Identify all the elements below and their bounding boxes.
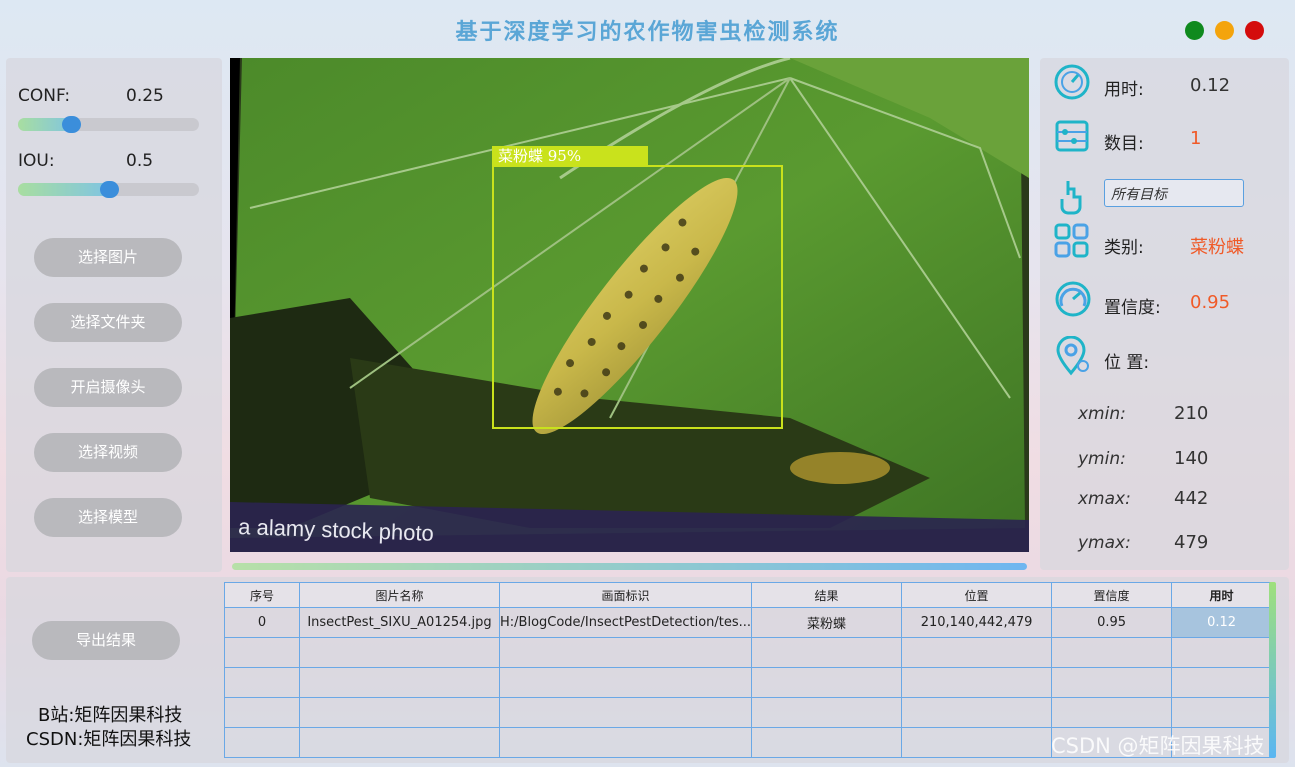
header-result[interactable]: 结果 — [751, 582, 903, 608]
iou-label: IOU: — [18, 151, 55, 171]
gauge-icon — [1054, 64, 1090, 100]
table-row[interactable]: 0 InsectPest_SIXU_A01254.jpg H:/BlogCode… — [224, 607, 1273, 638]
header-time[interactable]: 用时 — [1171, 582, 1273, 608]
ymin-label: ymin: — [1078, 449, 1126, 469]
table-row[interactable] — [224, 637, 1273, 668]
iou-slider-handle[interactable] — [100, 181, 119, 198]
app-title: 基于深度学习的农作物害虫检测系统 — [455, 19, 840, 45]
header-index[interactable]: 序号 — [224, 582, 300, 608]
export-button[interactable]: 导出结果 — [32, 621, 180, 660]
abacus-icon — [1055, 120, 1089, 152]
conf-label: CONF: — [18, 86, 71, 106]
table-row[interactable] — [224, 667, 1273, 698]
header-position[interactable]: 位置 — [901, 582, 1053, 608]
cell-time[interactable]: 0.12 — [1171, 607, 1273, 638]
cell-position[interactable]: 210,140,442,479 — [901, 607, 1053, 638]
csdn-watermark: CSDN @矩阵因果科技 — [1051, 734, 1265, 758]
header-confidence[interactable]: 置信度 — [1051, 582, 1173, 608]
category-icon — [1054, 223, 1089, 258]
xmax-value: 442 — [1174, 488, 1209, 509]
confidence-icon — [1055, 281, 1091, 317]
select-video-button[interactable]: 选择视频 — [34, 433, 182, 472]
minimize-button[interactable] — [1215, 21, 1234, 40]
time-label: 用时: — [1104, 80, 1144, 100]
table-scrollbar[interactable] — [1269, 582, 1276, 758]
header-source[interactable]: 画面标识 — [498, 582, 753, 608]
cell-source[interactable]: H:/BlogCode/InsectPestDetection/tes... — [498, 607, 753, 638]
ymax-label: ymax: — [1078, 533, 1131, 553]
csdn-credit: CSDN:矩阵因果科技 — [26, 729, 192, 750]
xmin-label: xmin: — [1078, 404, 1126, 424]
close-button[interactable] — [1245, 21, 1264, 40]
control-panel: CONF: 0.25 IOU: 0.5 选择图片 选择文件夹 开启摄像头 选择视… — [6, 58, 222, 572]
conf-slider-handle[interactable] — [62, 116, 81, 133]
detection-box-label: 菜粉蝶 95% — [498, 147, 581, 165]
ymin-value: 140 — [1174, 448, 1209, 469]
iou-value: 0.5 — [126, 151, 154, 171]
bilibili-credit: B站:矩阵因果科技 — [38, 705, 183, 726]
class-value: 菜粉蝶 — [1190, 237, 1244, 258]
select-folder-button[interactable]: 选择文件夹 — [34, 303, 182, 342]
detection-image-view: 菜粉蝶 95% a alamy stock photo — [230, 58, 1029, 552]
count-label: 数目: — [1104, 134, 1144, 154]
progress-bar — [232, 563, 1027, 570]
cell-result[interactable]: 菜粉蝶 — [751, 607, 903, 638]
location-icon — [1056, 336, 1089, 376]
class-label: 类别: — [1104, 238, 1144, 258]
cell-confidence[interactable]: 0.95 — [1051, 607, 1173, 638]
touch-icon — [1060, 181, 1082, 215]
conf-slider[interactable] — [18, 116, 199, 133]
maximize-button[interactable] — [1185, 21, 1204, 40]
header-image-name[interactable]: 图片名称 — [299, 582, 500, 608]
xmax-label: xmax: — [1078, 489, 1131, 509]
result-panel: 用时: 0.12 数目: 1 所有目标 类别: 菜粉蝶 置信度: 0.95 位 … — [1040, 58, 1289, 570]
cell-index[interactable]: 0 — [224, 607, 300, 638]
xmin-value: 210 — [1174, 403, 1209, 424]
confidence-value: 0.95 — [1190, 292, 1231, 313]
iou-slider[interactable] — [18, 181, 199, 198]
table-header-row: 序号 图片名称 画面标识 结果 位置 置信度 用时 — [224, 582, 1273, 608]
position-label: 位 置: — [1104, 353, 1150, 373]
conf-value: 0.25 — [126, 86, 164, 106]
confidence-label: 置信度: — [1104, 298, 1161, 318]
select-image-button[interactable]: 选择图片 — [34, 238, 182, 277]
ymax-value: 479 — [1174, 532, 1209, 553]
open-camera-button[interactable]: 开启摄像头 — [34, 368, 182, 407]
detection-image: 菜粉蝶 95% a alamy stock photo — [230, 58, 1029, 552]
select-model-button[interactable]: 选择模型 — [34, 498, 182, 537]
target-select[interactable]: 所有目标 — [1104, 179, 1244, 207]
cell-image-name[interactable]: InsectPest_SIXU_A01254.jpg — [299, 607, 500, 638]
count-value: 1 — [1190, 128, 1202, 149]
table-row[interactable] — [224, 697, 1273, 728]
time-value: 0.12 — [1190, 75, 1231, 96]
